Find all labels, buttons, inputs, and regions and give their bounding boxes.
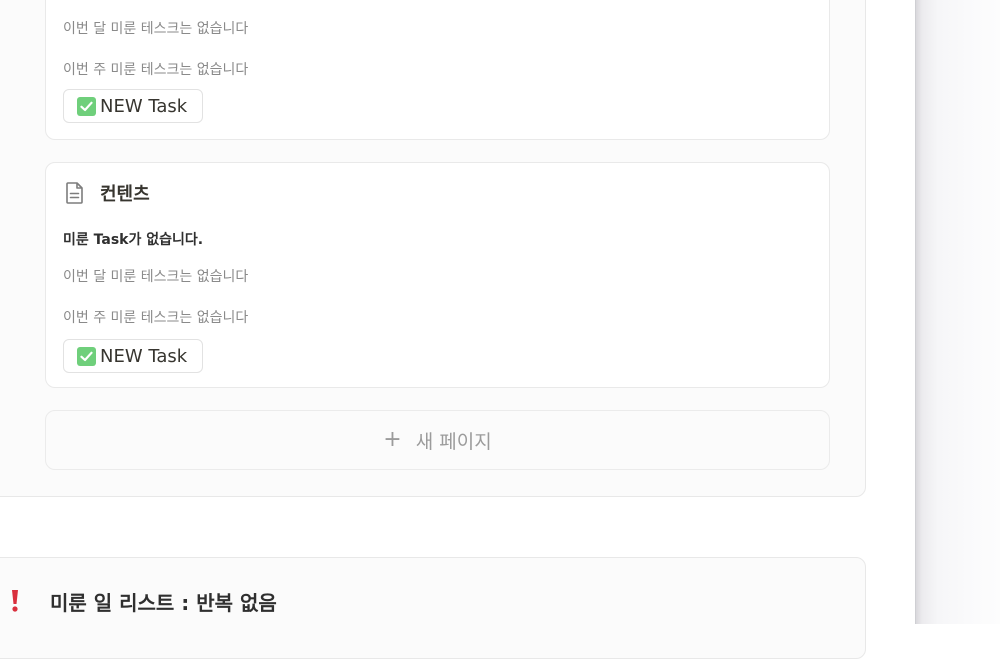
card-header[interactable]: 컨텐츠 [64, 180, 150, 206]
task-card-top[interactable]: 이번 달 미룬 테스크는 없습니다 이번 주 미룬 테스크는 없습니다 NEW … [45, 0, 830, 140]
task-card-contents[interactable]: 컨텐츠 미룬 Task가 없습니다. 이번 달 미룬 테스크는 없습니다 이번 … [45, 162, 830, 388]
new-task-button[interactable]: NEW Task [63, 89, 203, 123]
plus-icon: + [383, 427, 402, 452]
card-title[interactable]: 컨텐츠 [100, 180, 150, 206]
month-empty-text: 이번 달 미룬 테스크는 없습니다 [63, 21, 249, 37]
section-title: 미룬 일 리스트 : 반복 없음 [50, 590, 277, 615]
new-page-button[interactable]: + 새 페이지 [45, 410, 830, 470]
new-task-label: NEW Task [100, 345, 188, 367]
week-empty-text: 이번 주 미룬 테스크는 없습니다 [63, 62, 249, 78]
section-header[interactable]: 미룬 일 리스트 : 반복 없음 [8, 586, 277, 616]
new-page-label: 새 페이지 [415, 430, 492, 453]
new-task-label: NEW Task [100, 95, 188, 117]
status-text: 미룬 Task가 없습니다. [63, 232, 204, 248]
month-empty-text: 이번 달 미룬 테스크는 없습니다 [63, 269, 249, 285]
check-icon [77, 346, 96, 366]
window-shadow [916, 0, 1000, 624]
week-empty-text: 이번 주 미룬 테스크는 없습니다 [63, 310, 249, 326]
document-icon [64, 181, 86, 205]
check-icon [77, 96, 96, 116]
new-task-button[interactable]: NEW Task [63, 339, 203, 373]
exclamation-icon [8, 588, 22, 614]
